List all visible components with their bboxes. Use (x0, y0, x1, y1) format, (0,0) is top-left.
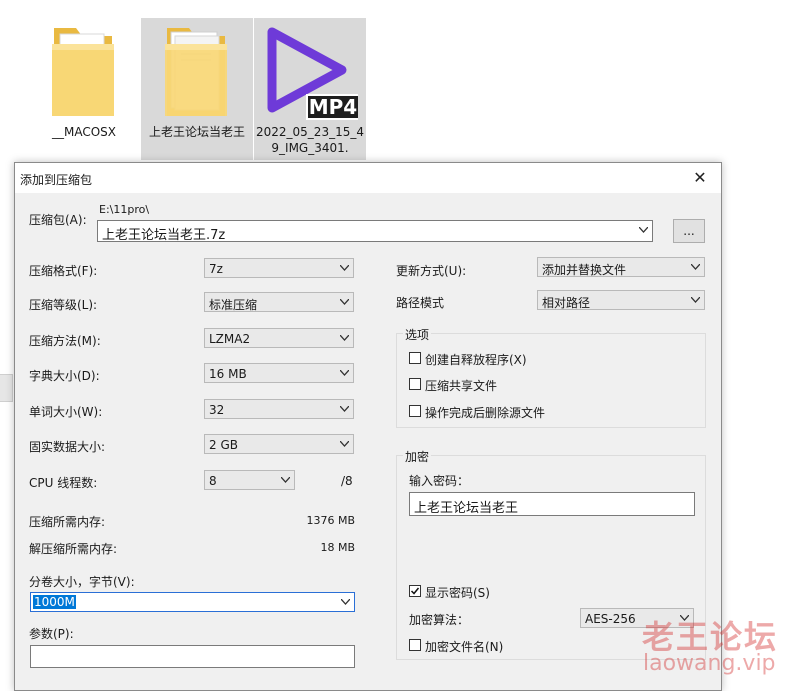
encrypt-method-label: 加密算法： (409, 613, 470, 627)
params-label: 参数(P): (29, 627, 74, 641)
sfx-label: 创建自释放程序(X) (425, 353, 527, 367)
watermark-url: laowang.vip (643, 651, 776, 676)
encrypt-title: 加密 (403, 448, 432, 465)
level-value: 标准压缩 (209, 298, 258, 312)
browse-button[interactable]: ... (673, 219, 705, 243)
dict-value: 16 MB (209, 367, 247, 381)
threads-value: 8 (209, 474, 217, 488)
mem-decompress-value: 18 MB (320, 541, 355, 554)
solid-label: 固实数据大小: (29, 440, 106, 454)
file-name: 2022_05_23_15_49_IMG_3401. (256, 125, 364, 155)
checkbox-box[interactable] (409, 639, 421, 651)
dialog-title: 添加到压缩包 (20, 173, 93, 187)
password-label: 输入密码： (409, 474, 470, 488)
path-mode-label: 路径模式 (396, 296, 445, 310)
options-group: 选项 创建自释放程序(X) 压缩共享文件 操作完成后删除源文件 (396, 326, 706, 428)
dict-select[interactable]: 16 MB (204, 363, 354, 383)
method-value: LZMA2 (209, 332, 251, 346)
word-select[interactable]: 32 (204, 399, 354, 419)
options-title: 选项 (403, 326, 432, 343)
chevron-down-icon (639, 227, 648, 233)
word-value: 32 (209, 403, 225, 417)
archive-name-combo[interactable]: 上老王论坛当老王.7z (97, 220, 653, 243)
chevron-down-icon (340, 265, 349, 271)
format-select[interactable]: 7z (204, 258, 354, 278)
file-name: __MACOSX (51, 125, 116, 139)
password-value: 上老王论坛当老王 (414, 501, 519, 516)
file-item-mp4[interactable]: MP4 2022_05_23_15_49_IMG_3401. (254, 18, 366, 160)
chevron-down-icon (340, 299, 349, 305)
checkbox-box[interactable] (409, 585, 421, 597)
update-value: 添加并替换文件 (542, 263, 627, 277)
file-item-folder[interactable]: 上老王论坛当老王 (141, 18, 253, 160)
close-icon[interactable]: ✕ (689, 167, 711, 189)
show-password-label: 显示密码(S) (425, 586, 490, 600)
checkmark-icon (410, 587, 420, 595)
mp4-video-icon: MP4 (262, 24, 358, 122)
encrypt-names-label: 加密文件名(N) (425, 640, 504, 654)
mem-decompress-label: 解压缩所需内存: (29, 542, 118, 556)
format-label: 压缩格式(F): (29, 264, 98, 278)
threads-label: CPU 线程数: (29, 476, 98, 490)
archive-name: 上老王论坛当老王.7z (102, 228, 226, 243)
scrollbar-stub (0, 374, 13, 402)
update-mode-select[interactable]: 添加并替换文件 (537, 257, 705, 277)
password-input[interactable]: 上老王论坛当老王 (409, 492, 695, 516)
chevron-down-icon (691, 264, 700, 270)
encrypt-method-value: AES-256 (585, 612, 636, 626)
chevron-down-icon (281, 477, 290, 483)
folder-icon (50, 26, 116, 118)
word-label: 单词大小(W): (29, 405, 103, 419)
archive-path: E:\11pro\ (99, 203, 150, 216)
file-name: 上老王论坛当老王 (148, 125, 245, 139)
volume-size-combo[interactable]: 1000M (30, 592, 355, 612)
method-label: 压缩方法(M): (29, 334, 101, 348)
solid-value: 2 GB (209, 438, 238, 452)
solid-select[interactable]: 2 GB (204, 434, 354, 454)
add-to-archive-dialog: 添加到压缩包 ✕ 压缩包(A): E:\11pro\ 上老王论坛当老王.7z .… (14, 162, 722, 691)
volume-value: 1000M (33, 595, 76, 609)
shared-label: 压缩共享文件 (425, 379, 498, 393)
chevron-down-icon (340, 406, 349, 412)
mem-compress-value: 1376 MB (306, 514, 355, 527)
dialog-titlebar[interactable]: 添加到压缩包 ✕ (15, 163, 721, 193)
checkbox-box[interactable] (409, 405, 421, 417)
mem-compress-label: 压缩所需内存: (29, 515, 106, 529)
chevron-down-icon (340, 441, 349, 447)
chevron-down-icon (340, 335, 349, 341)
chevron-down-icon (341, 599, 350, 605)
threads-max: /8 (341, 474, 353, 488)
delete-label: 操作完成后删除源文件 (425, 406, 546, 420)
file-item-macosx[interactable]: __MACOSX (28, 18, 140, 160)
folder-icon (163, 26, 229, 118)
mp4-badge: MP4 (309, 95, 357, 119)
params-input[interactable] (30, 645, 355, 668)
level-label: 压缩等级(L): (29, 298, 98, 312)
dict-label: 字典大小(D): (29, 369, 100, 383)
update-label: 更新方式(U): (396, 264, 467, 278)
volume-label: 分卷大小，字节(V): (29, 575, 135, 589)
path-mode-select[interactable]: 相对路径 (537, 290, 705, 310)
checkbox-box[interactable] (409, 378, 421, 390)
archive-label: 压缩包(A): (29, 213, 87, 227)
threads-select[interactable]: 8 (204, 470, 295, 490)
chevron-down-icon (340, 370, 349, 376)
format-value: 7z (209, 262, 223, 276)
path-value: 相对路径 (542, 296, 591, 310)
level-select[interactable]: 标准压缩 (204, 292, 354, 312)
chevron-down-icon (691, 297, 700, 303)
method-select[interactable]: LZMA2 (204, 328, 354, 348)
checkbox-box[interactable] (409, 352, 421, 364)
